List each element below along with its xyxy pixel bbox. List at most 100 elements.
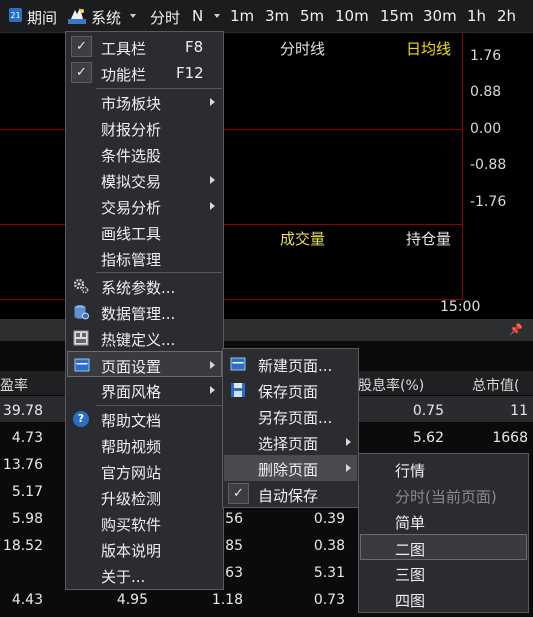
- help-icon: ?: [73, 411, 89, 427]
- table-cell: 18.52: [2, 538, 43, 554]
- menu-item-ui-style[interactable]: 界面风格: [67, 377, 222, 403]
- table-cell: 4.95: [116, 592, 148, 608]
- interval-30m[interactable]: 30m: [423, 7, 457, 25]
- menu-item-save-page[interactable]: 保存页面: [224, 377, 357, 403]
- axis-line: [462, 33, 463, 300]
- menu-item-auto-save[interactable]: ✓ 自动保存: [224, 481, 357, 507]
- system-icon: [68, 8, 86, 24]
- avg-series-label: 日均线: [406, 40, 452, 58]
- calendar-icon: 21: [9, 8, 22, 22]
- database-icon: [74, 305, 89, 320]
- menu-item-system-params[interactable]: 系统参数...: [67, 273, 222, 299]
- menu-item-page-four-charts[interactable]: 四图: [360, 586, 527, 612]
- interval-3m[interactable]: 3m: [265, 7, 289, 25]
- chevron-right-icon: [346, 438, 351, 446]
- table-cell: 39.78: [2, 403, 43, 419]
- price-series-label: 分时线: [280, 40, 326, 58]
- menu-item-page-quotes[interactable]: 行情: [360, 456, 527, 482]
- chevron-down-icon: [214, 14, 220, 18]
- table-cell: .85: [220, 538, 243, 554]
- menu-item-save-page-as[interactable]: 另存页面...: [224, 403, 357, 429]
- table-cell: 5.17: [11, 484, 43, 500]
- toolbar: 21 期间 系统 分时 N 1m 3m 5m 10m 15m 30m 1h 2h: [0, 0, 533, 33]
- system-menu: ✓ 工具栏 F8 ✓ 功能栏 F12 市场板块 财报分析 条件选股 模拟交易 交…: [65, 31, 224, 590]
- table-cell: 0.39: [313, 511, 345, 527]
- time-axis-label: 15:00: [440, 299, 481, 315]
- menu-item-page-simple[interactable]: 简单: [360, 508, 527, 534]
- menu-item-page-two-charts[interactable]: 二图: [360, 534, 527, 560]
- keyboard-icon: [73, 330, 89, 346]
- menu-item-indicator-manager[interactable]: 指标管理: [67, 245, 222, 271]
- page-settings-submenu: 新建页面... 保存页面 另存页面... 选择页面 删除页面 ✓ 自动保存: [222, 348, 359, 508]
- menu-item-page-timeshare-current: 分时(当前页面): [395, 488, 497, 506]
- menu-item-financial-analysis[interactable]: 财报分析: [67, 115, 222, 141]
- menu-item-help-video[interactable]: 帮助视频: [67, 432, 222, 458]
- table-cell: 0.73: [313, 592, 345, 608]
- interval-10m[interactable]: 10m: [335, 7, 369, 25]
- chevron-right-icon: [346, 464, 351, 472]
- menu-item-new-page[interactable]: 新建页面...: [224, 351, 357, 377]
- menu-item-hotkeys[interactable]: 热键定义...: [67, 325, 222, 351]
- new-page-icon: [230, 357, 246, 371]
- pin-icon[interactable]: 📌: [509, 323, 523, 336]
- table-cell: 5.98: [11, 511, 43, 527]
- menu-item-select-page[interactable]: 选择页面: [224, 429, 357, 455]
- y-tick: 0.00: [470, 121, 502, 137]
- menu-item-check-update[interactable]: 升级检测: [67, 484, 222, 510]
- menu-item-page-three-charts[interactable]: 三图: [360, 560, 527, 586]
- checkmark-icon: ✓: [71, 62, 92, 83]
- menu-item-delete-page[interactable]: 删除页面: [224, 455, 357, 481]
- volume-label: 成交量: [280, 230, 326, 248]
- table-cell: 4.43: [11, 592, 43, 608]
- system-menu-button[interactable]: 系统: [91, 7, 121, 28]
- chevron-right-icon: [210, 386, 215, 394]
- menu-item-release-notes[interactable]: 版本说明: [67, 536, 222, 562]
- column-header-market-cap[interactable]: 总市值(: [472, 375, 519, 395]
- menu-item-data-manager[interactable]: 数据管理...: [67, 299, 222, 325]
- period-button[interactable]: 期间: [27, 7, 57, 28]
- menu-item-help-docs[interactable]: ? 帮助文档: [67, 406, 222, 432]
- menu-item-buy-software[interactable]: 购买软件: [67, 510, 222, 536]
- n-period-button[interactable]: N: [192, 7, 203, 25]
- table-cell: 13.76: [2, 457, 43, 473]
- table-cell: 1.18: [211, 592, 243, 608]
- interval-1h[interactable]: 1h: [467, 7, 486, 25]
- interval-2h[interactable]: 2h: [497, 7, 516, 25]
- table-cell: 0.38: [313, 538, 345, 554]
- menu-item-official-site[interactable]: 官方网站: [67, 458, 222, 484]
- menu-item-simulated-trading[interactable]: 模拟交易: [67, 167, 222, 193]
- menu-item-trade-analysis[interactable]: 交易分析: [67, 193, 222, 219]
- save-icon: [231, 383, 245, 397]
- table-cell: 1668: [492, 430, 528, 446]
- y-tick: 1.76: [470, 48, 502, 64]
- gear-icon: [73, 278, 89, 294]
- table-cell: 4.73: [11, 430, 43, 446]
- menu-item-toolbar[interactable]: ✓ 工具栏 F8: [67, 34, 222, 60]
- menu-item-drawing-tools[interactable]: 画线工具: [67, 219, 222, 245]
- menu-item-stock-screener[interactable]: 条件选股: [67, 141, 222, 167]
- interval-5m[interactable]: 5m: [300, 7, 324, 25]
- interval-1m[interactable]: 1m: [230, 7, 254, 25]
- open-interest-label: 持仓量: [406, 230, 452, 248]
- checkmark-icon: ✓: [71, 36, 92, 57]
- delete-page-submenu: 行情 分时(当前页面) 简单 二图 三图 四图: [358, 453, 529, 613]
- timeshare-button[interactable]: 分时: [150, 7, 180, 28]
- y-tick: 0.88: [470, 84, 502, 100]
- table-cell: 5.31: [313, 565, 345, 581]
- table-cell: 5.62: [412, 430, 444, 446]
- column-header-pe[interactable]: 盈率: [0, 375, 28, 395]
- menu-item-page-settings[interactable]: 页面设置: [67, 351, 222, 377]
- column-header-dividend[interactable]: 股息率(%): [358, 375, 424, 395]
- checkmark-icon: ✓: [228, 483, 249, 504]
- table-cell: 0.75: [412, 403, 444, 419]
- table-cell: 11: [510, 403, 528, 419]
- menu-item-function-bar[interactable]: ✓ 功能栏 F12: [67, 60, 222, 86]
- menu-item-about[interactable]: 关于...: [67, 562, 222, 588]
- interval-15m[interactable]: 15m: [380, 7, 414, 25]
- chevron-right-icon: [210, 176, 215, 184]
- menu-item-market-sectors[interactable]: 市场板块: [67, 89, 222, 115]
- y-tick: -1.76: [470, 194, 507, 210]
- table-cell: .63: [220, 565, 243, 581]
- chevron-right-icon: [210, 202, 215, 210]
- chevron-right-icon: [210, 361, 215, 369]
